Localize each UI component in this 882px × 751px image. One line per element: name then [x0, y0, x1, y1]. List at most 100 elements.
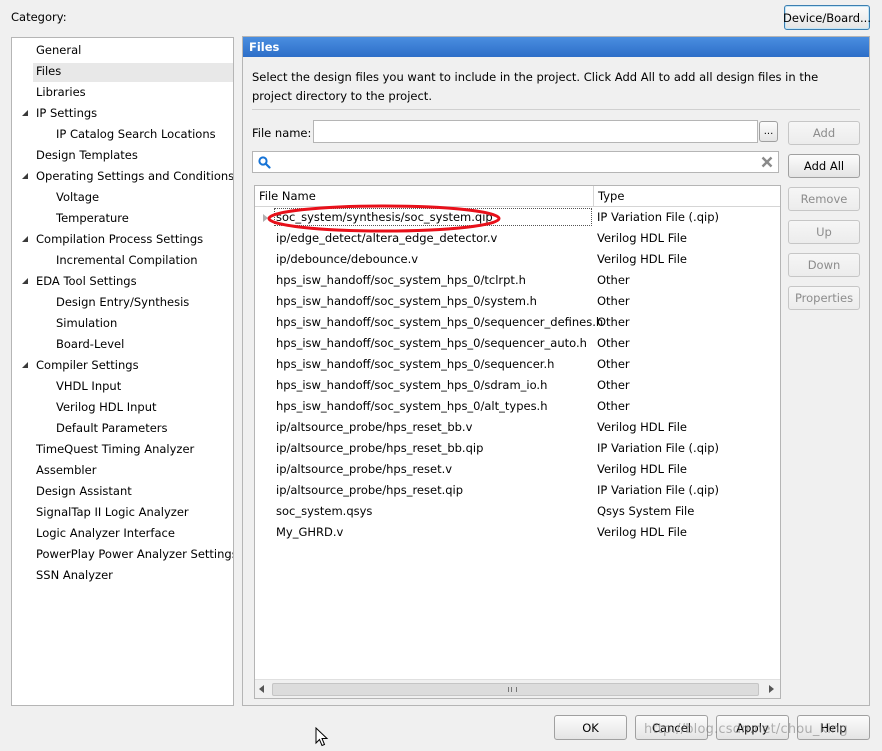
file-name-cell: ip/debounce/debounce.v: [276, 252, 419, 266]
table-row[interactable]: hps_isw_handoff/soc_system_hps_0/alt_typ…: [255, 396, 780, 417]
sidebar-item-files[interactable]: Files: [36, 62, 61, 81]
expand-triangle-icon[interactable]: [22, 173, 28, 179]
table-row[interactable]: hps_isw_handoff/soc_system_hps_0/sequenc…: [255, 312, 780, 333]
table-row[interactable]: hps_isw_handoff/soc_system_hps_0/sdram_i…: [255, 375, 780, 396]
sidebar-item-ip-catalog-search-locations[interactable]: IP Catalog Search Locations: [56, 125, 216, 144]
file-name-input[interactable]: [313, 120, 758, 143]
table-row[interactable]: ip/debounce/debounce.v Verilog HDL File: [255, 249, 780, 270]
search-input[interactable]: [275, 153, 745, 171]
sidebar-item-vhdl-input[interactable]: VHDL Input: [56, 377, 121, 396]
horizontal-scrollbar[interactable]: [255, 679, 780, 698]
add-button[interactable]: Add: [788, 121, 860, 145]
file-name-cell: hps_isw_handoff/soc_system_hps_0/sequenc…: [276, 357, 555, 371]
file-type-cell: Qsys System File: [597, 504, 695, 518]
file-type-cell: Verilog HDL File: [597, 420, 687, 434]
sidebar-item-logic-analyzer-interface[interactable]: Logic Analyzer Interface: [36, 524, 175, 543]
expand-triangle-icon[interactable]: [22, 278, 28, 284]
sidebar-item-assembler[interactable]: Assembler: [36, 461, 96, 480]
grip-icon: [508, 687, 517, 692]
table-row[interactable]: ip/altsource_probe/hps_reset_bb.v Verilog…: [255, 417, 780, 438]
sidebar-item-general[interactable]: General: [36, 41, 81, 60]
sidebar-item-powerplay-power-analyzer-settings[interactable]: PowerPlay Power Analyzer Settings: [36, 545, 233, 564]
watermark-text: http://blog.csdn.net/chou_king: [644, 722, 848, 737]
add-all-button[interactable]: Add All: [788, 154, 860, 178]
table-row[interactable]: ip/altsource_probe/hps_reset.v Verilog HD…: [255, 459, 780, 480]
remove-button[interactable]: Remove: [788, 187, 860, 211]
device-board-button[interactable]: Device/Board...: [783, 5, 871, 30]
file-name-cell: ip/altsource_probe/hps_reset.v: [276, 462, 453, 476]
sidebar-item-incremental-compilation[interactable]: Incremental Compilation: [56, 251, 198, 270]
sidebar-item-simulation[interactable]: Simulation: [56, 314, 117, 333]
down-button[interactable]: Down: [788, 253, 860, 277]
file-name-cell: ip/altsource_probe/hps_reset_bb.qip: [276, 441, 484, 455]
expand-triangle-icon[interactable]: [22, 236, 28, 242]
table-row[interactable]: hps_isw_handoff/soc_system_hps_0/system.…: [255, 291, 780, 312]
file-type-cell: Other: [597, 294, 630, 308]
sidebar-item-design-entry-synthesis[interactable]: Design Entry/Synthesis: [56, 293, 189, 312]
column-divider[interactable]: [593, 186, 594, 206]
file-type-cell: IP Variation File (.qip): [597, 483, 719, 497]
expand-triangle-icon[interactable]: [22, 110, 28, 116]
sidebar-item-operating-settings-and-conditions[interactable]: Operating Settings and Conditions: [36, 167, 233, 186]
sidebar-item-design-templates[interactable]: Design Templates: [36, 146, 138, 165]
file-name-cell: ip/altsource_probe/hps_reset.qip: [276, 483, 464, 497]
file-rows: soc_system/synthesis/soc_system.qip IP Va…: [255, 207, 780, 677]
selected-highlight: [33, 63, 233, 82]
scroll-left-icon[interactable]: [259, 685, 264, 693]
sidebar-item-timequest-timing-analyzer[interactable]: TimeQuest Timing Analyzer: [36, 440, 194, 459]
sidebar-item-verilog-hdl-input[interactable]: Verilog HDL Input: [56, 398, 157, 417]
file-type-cell: Other: [597, 378, 630, 392]
file-name-cell: soc_system.qsys: [276, 504, 373, 518]
properties-button[interactable]: Properties: [788, 286, 860, 310]
file-name-cell: hps_isw_handoff/soc_system_hps_0/sequenc…: [276, 336, 587, 350]
scroll-right-icon[interactable]: [769, 685, 774, 693]
sidebar-item-signaltap-ii-logic-analyzer[interactable]: SignalTap II Logic Analyzer: [36, 503, 189, 522]
file-type-cell: Verilog HDL File: [597, 525, 687, 539]
sidebar-item-eda-tool-settings[interactable]: EDA Tool Settings: [36, 272, 137, 291]
sidebar-item-voltage[interactable]: Voltage: [56, 188, 99, 207]
file-type-cell: Other: [597, 336, 630, 350]
files-panel: Files Select the design files you want t…: [242, 36, 870, 706]
file-table[interactable]: File Name Type soc_system/synthesis/soc_…: [254, 185, 781, 699]
table-row[interactable]: ip/altsource_probe/hps_reset_bb.qip IP Va…: [255, 438, 780, 459]
file-name-cell: hps_isw_handoff/soc_system_hps_0/tclrpt.…: [276, 273, 526, 287]
up-button[interactable]: Up: [788, 220, 860, 244]
ok-button[interactable]: OK: [554, 715, 627, 740]
sidebar-item-compilation-process-settings[interactable]: Compilation Process Settings: [36, 230, 203, 249]
file-type-cell: Other: [597, 399, 630, 413]
scrollbar-thumb[interactable]: [272, 683, 759, 696]
category-tree[interactable]: General Files Libraries IP Settings IP Catal…: [11, 37, 234, 706]
table-row[interactable]: ip/altsource_probe/hps_reset.qip IP Varia…: [255, 480, 780, 501]
sidebar-item-compiler-settings[interactable]: Compiler Settings: [36, 356, 139, 375]
sidebar-item-temperature[interactable]: Temperature: [56, 209, 129, 228]
file-type-cell: Verilog HDL File: [597, 462, 687, 476]
table-row[interactable]: soc_system.qsys Qsys System File: [255, 501, 780, 522]
column-header-type[interactable]: Type: [598, 186, 625, 206]
sidebar-item-ssn-analyzer[interactable]: SSN Analyzer: [36, 566, 113, 585]
search-icon: [258, 156, 271, 169]
table-row[interactable]: My_GHRD.v Verilog HDL File: [255, 522, 780, 543]
search-box[interactable]: [252, 151, 779, 173]
table-row[interactable]: hps_isw_handoff/soc_system_hps_0/sequenc…: [255, 354, 780, 375]
category-label: Category:: [11, 10, 67, 24]
file-name-cell: ip/altsource_probe/hps_reset_bb.v: [276, 420, 473, 434]
sidebar-item-libraries[interactable]: Libraries: [36, 83, 86, 102]
mouse-cursor-icon: [315, 727, 329, 747]
file-name-cell: hps_isw_handoff/soc_system_hps_0/sequenc…: [276, 315, 604, 329]
sidebar-item-ip-settings[interactable]: IP Settings: [36, 104, 97, 123]
sidebar-item-design-assistant[interactable]: Design Assistant: [36, 482, 132, 501]
browse-button[interactable]: ...: [759, 121, 778, 142]
file-type-cell: IP Variation File (.qip): [597, 441, 719, 455]
file-name-label: File name:: [252, 126, 312, 140]
file-type-cell: Verilog HDL File: [597, 252, 687, 266]
file-type-cell: Other: [597, 273, 630, 287]
separator: [252, 109, 860, 110]
sidebar-item-default-parameters[interactable]: Default Parameters: [56, 419, 168, 438]
table-row[interactable]: hps_isw_handoff/soc_system_hps_0/tclrpt.…: [255, 270, 780, 291]
table-row[interactable]: hps_isw_handoff/soc_system_hps_0/sequenc…: [255, 333, 780, 354]
panel-title: Files: [243, 37, 869, 57]
sidebar-item-board-level[interactable]: Board-Level: [56, 335, 124, 354]
clear-icon[interactable]: [761, 156, 773, 168]
expand-triangle-icon[interactable]: [22, 362, 28, 368]
file-name-cell: hps_isw_handoff/soc_system_hps_0/system.…: [276, 294, 537, 308]
